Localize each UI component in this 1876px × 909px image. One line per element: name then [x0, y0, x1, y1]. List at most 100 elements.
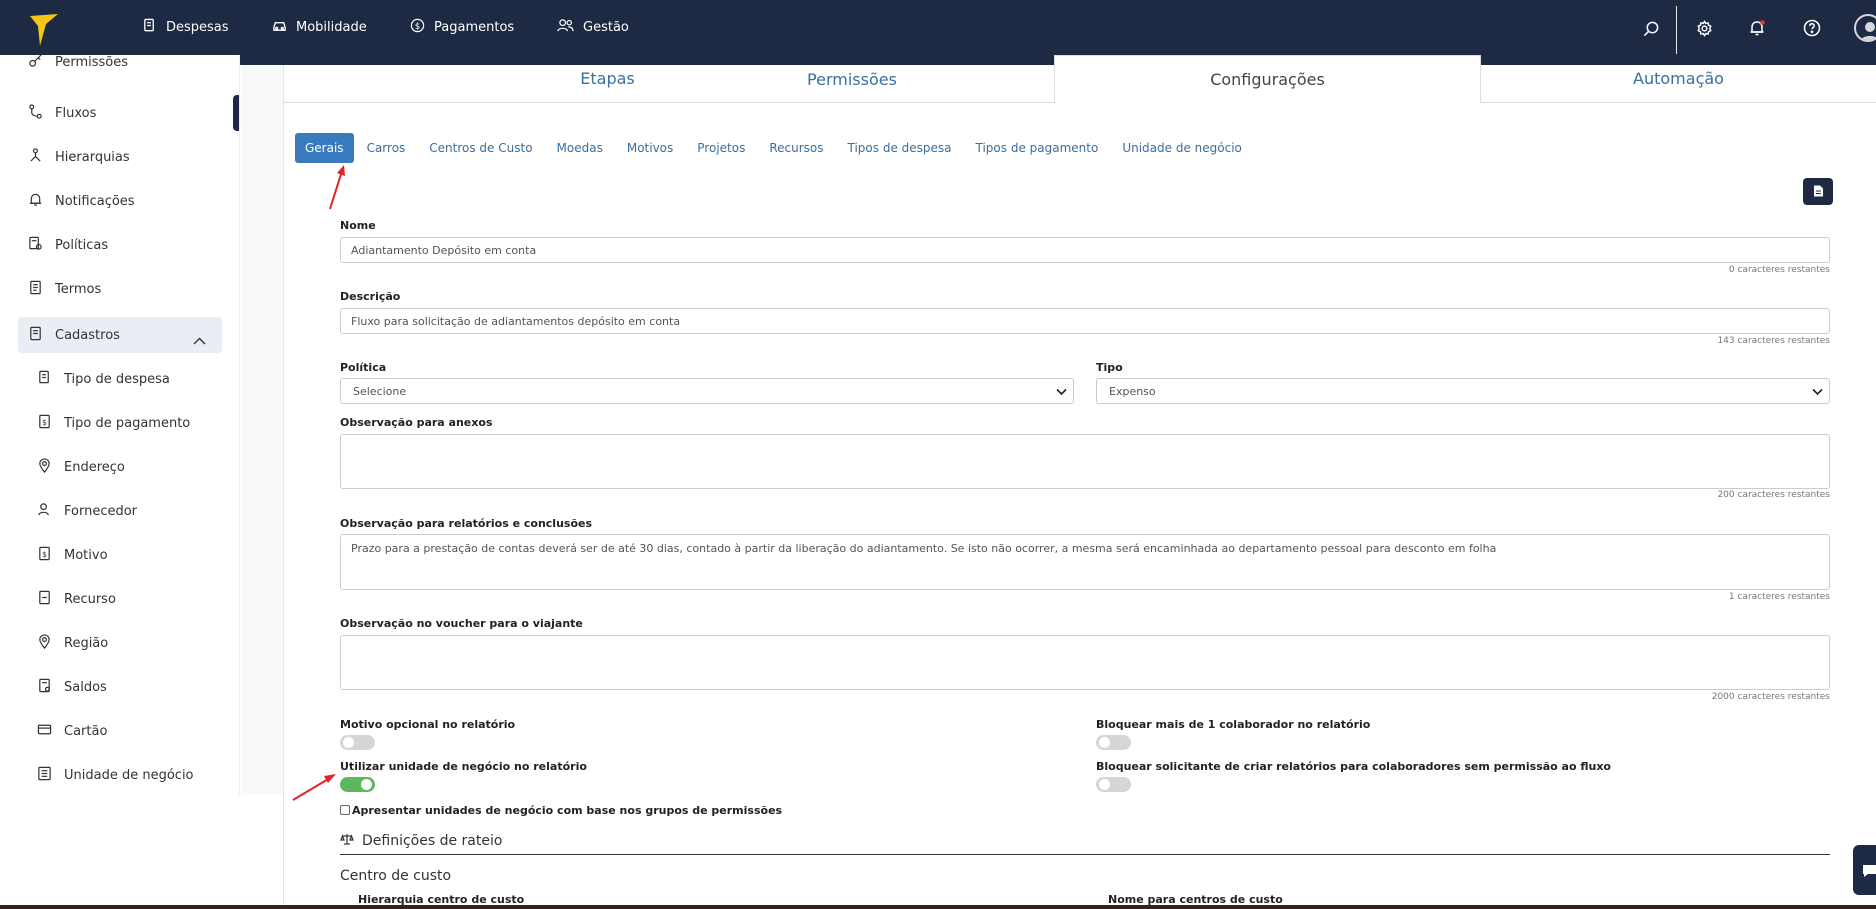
resource-icon [37, 590, 64, 609]
obs-anexos-textarea[interactable] [340, 434, 1830, 489]
toggle-unidade-negocio[interactable] [340, 777, 375, 792]
sidebar-item-permissoes[interactable]: Permissões [28, 55, 128, 76]
chat-widget-button[interactable] [1853, 845, 1876, 895]
dollar-icon: $ [410, 18, 434, 37]
search-icon[interactable] [1640, 17, 1662, 39]
subtab-tipos-despesa[interactable]: Tipos de despesa [848, 141, 952, 155]
nome-label: Nome [340, 219, 376, 232]
avatar[interactable] [1854, 14, 1876, 42]
balance-icon [37, 678, 64, 697]
sidebar-item-cartao[interactable]: Cartão [37, 717, 107, 745]
subtab-carros[interactable]: Carros [367, 141, 406, 155]
sidebar-item-label: Notificações [55, 193, 135, 209]
nav-despesas-label: Despesas [166, 20, 229, 35]
toggle-bloquear-label: Bloquear mais de 1 colaborador no relató… [1096, 718, 1371, 731]
toggle-bloquear-colaborador[interactable] [1096, 735, 1131, 750]
nav-pagamentos[interactable]: $ Pagamentos [410, 0, 514, 55]
sidebar-item-tipo-pagamento[interactable]: $ Tipo de pagamento [37, 409, 190, 437]
key-icon [28, 55, 55, 72]
subtab-tipos-pagamento[interactable]: Tipos de pagamento [976, 141, 1099, 155]
sidebar-item-endereco[interactable]: Endereço [37, 453, 125, 481]
obs-relatorios-hint: 1 caracteres restantes [1728, 592, 1830, 602]
sidebar-item-hierarquias[interactable]: Hierarquias [28, 143, 130, 171]
chevron-up-icon[interactable] [193, 330, 206, 349]
sidebar-item-label: Termos [55, 281, 102, 297]
receipt-icon [142, 18, 166, 37]
help-icon[interactable] [1801, 17, 1823, 39]
bell-icon [28, 192, 55, 211]
nav-gestao-label: Gestão [583, 20, 629, 35]
rateio-title: Definições de rateio [340, 833, 502, 849]
subtabs: Gerais Carros Centros de Custo Moedas Mo… [295, 133, 1266, 163]
subtab-gerais[interactable]: Gerais [295, 133, 354, 163]
sidebar-item-recurso[interactable]: Recurso [37, 585, 116, 613]
toggle-knob [1099, 779, 1110, 790]
tipo-label: Tipo [1096, 361, 1123, 374]
sidebar-item-fluxos[interactable]: Fluxos [28, 99, 96, 127]
nav-gestao[interactable]: Gestão [557, 0, 629, 55]
sidebar-item-label: Motivo [64, 547, 108, 563]
toggle-knob [343, 737, 354, 748]
nav-despesas[interactable]: Despesas [142, 0, 229, 55]
sidebar-item-saldos[interactable]: Saldos [37, 673, 107, 701]
sidebar-item-label: Endereço [64, 459, 125, 475]
sidebar-item-politicas[interactable]: Políticas [28, 231, 108, 259]
users-icon [557, 18, 583, 37]
sidebar-item-motivo[interactable]: $ Motivo [37, 541, 108, 569]
tab-configuracoes[interactable]: Configurações [1054, 55, 1481, 103]
subtab-motivos[interactable]: Motivos [627, 141, 673, 155]
receipt-icon [37, 370, 64, 389]
nome-input[interactable]: Adiantamento Depósito em conta [340, 237, 1830, 263]
politica-select[interactable]: Selecione [340, 378, 1074, 404]
tab-automacao[interactable]: Automação [1481, 55, 1876, 103]
dollar-doc-icon: $ [37, 414, 64, 433]
sidebar-item-cadastros[interactable]: Cadastros [28, 321, 120, 349]
subtab-moedas[interactable]: Moedas [557, 141, 603, 155]
sidebar-item-unidade-negocio[interactable]: Unidade de negócio [37, 761, 194, 789]
logo[interactable] [30, 12, 60, 48]
policy-icon [28, 236, 55, 255]
subtab-unidade-negocio[interactable]: Unidade de negócio [1122, 141, 1242, 155]
unidades-permissoes-checkbox[interactable] [340, 805, 350, 815]
motive-icon: $ [37, 546, 64, 565]
sidebar-item-fornecedor[interactable]: Fornecedor [37, 497, 137, 525]
nome-hint: 0 caracteres restantes [1728, 265, 1830, 275]
nav-mobilidade[interactable]: Mobilidade [272, 0, 367, 55]
obs-voucher-hint: 2000 caracteres restantes [1711, 692, 1830, 702]
sidebar-item-label: Hierarquias [55, 149, 130, 165]
obs-relatorios-textarea[interactable]: Prazo para a prestação de contas deverá … [340, 534, 1830, 590]
subtab-recursos[interactable]: Recursos [769, 141, 823, 155]
card-icon [37, 722, 64, 741]
tipo-value: Expenso [1109, 385, 1156, 398]
sidebar-item-notificacoes[interactable]: Notificações [28, 187, 135, 215]
sidebar-item-regiao[interactable]: Região [37, 629, 108, 657]
tab-label: Automação [1633, 69, 1724, 88]
toggle-unidade-label: Utilizar unidade de negócio no relatório [340, 760, 587, 773]
sidebar-item-termos[interactable]: Termos [28, 275, 101, 303]
sidebar-item-tipo-despesa[interactable]: Tipo de despesa [37, 365, 170, 393]
obs-voucher-textarea[interactable] [340, 635, 1830, 690]
tab-label: Configurações [1210, 70, 1325, 89]
bell-icon[interactable] [1746, 17, 1768, 39]
tipo-select[interactable]: Expenso [1096, 378, 1830, 404]
toggle-solicitante-label: Bloquear solicitante de criar relatórios… [1096, 760, 1611, 773]
toggle-knob [1099, 737, 1110, 748]
rateio-divider [340, 854, 1830, 855]
sidebar-scroll-marker [233, 95, 239, 131]
tab-permissoes[interactable]: Permissões [738, 55, 966, 103]
gear-icon[interactable] [1693, 17, 1715, 39]
hierarchy-icon [28, 147, 55, 167]
annotation-arrow-icon [329, 165, 345, 210]
toggle-bloquear-solicitante[interactable] [1096, 777, 1131, 792]
toggle-motivo-opcional[interactable] [340, 735, 375, 750]
building-icon [37, 766, 64, 785]
document-button[interactable] [1803, 178, 1833, 205]
sidebar-item-label: Cadastros [55, 327, 120, 343]
annotation-arrow-icon [292, 774, 336, 801]
subtab-centros-custo[interactable]: Centros de Custo [429, 141, 532, 155]
descricao-input[interactable]: Fluxo para solicitação de adiantamentos … [340, 308, 1830, 334]
location-icon [37, 457, 64, 477]
sidebar-footer-space [0, 795, 283, 909]
subtab-projetos[interactable]: Projetos [697, 141, 745, 155]
chevron-down-icon [1056, 386, 1067, 399]
